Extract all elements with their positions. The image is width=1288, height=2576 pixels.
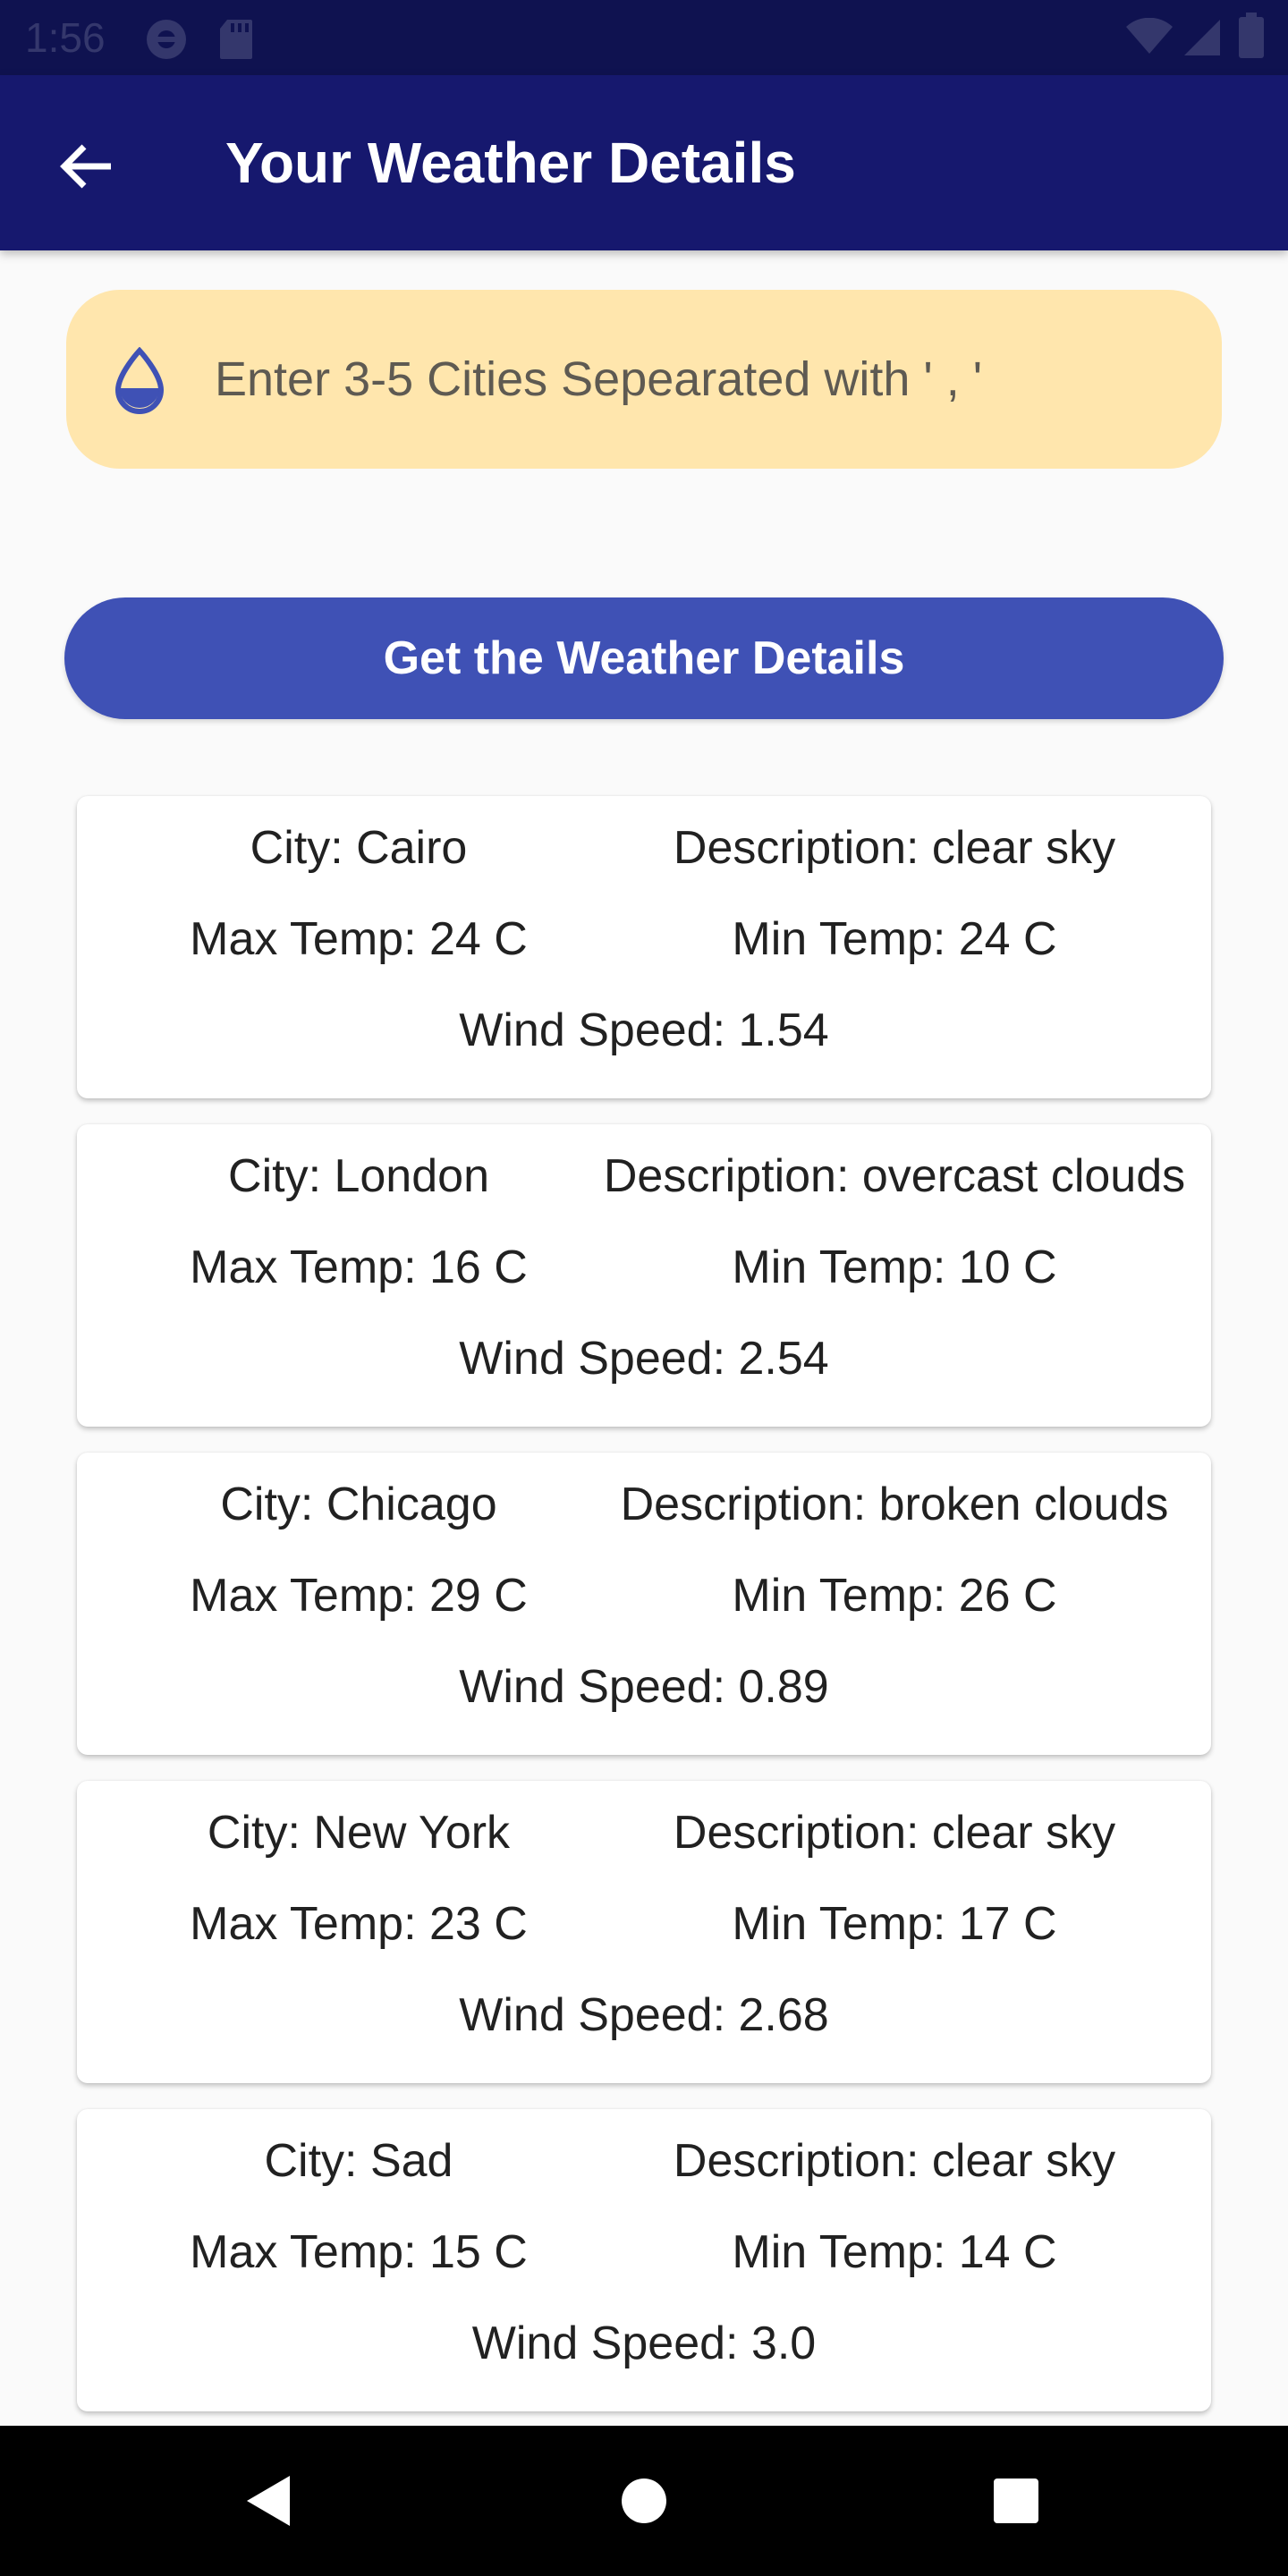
description-label: Description: overcast clouds [603, 1150, 1186, 1202]
city-label: City: New York [207, 1807, 511, 1859]
nav-recents-button[interactable] [980, 2465, 1052, 2537]
min-temp-label: Min Temp: 26 C [732, 1570, 1057, 1622]
weather-card: City: London Description: overcast cloud… [77, 1124, 1211, 1427]
max-temp-label: Max Temp: 23 C [190, 1898, 528, 1950]
do-not-disturb-icon [147, 20, 186, 59]
nav-back-button[interactable] [233, 2465, 304, 2537]
app-bar: Your Weather Details [0, 75, 1288, 250]
city-label: City: Sad [264, 2135, 453, 2187]
city-label: City: London [228, 1150, 489, 1202]
nav-recents-icon [994, 2479, 1038, 2523]
battery-icon [1239, 13, 1264, 58]
min-temp-label: Min Temp: 10 C [732, 1241, 1057, 1293]
description-label: Description: clear sky [673, 822, 1116, 874]
page-title: Your Weather Details [225, 131, 796, 195]
back-button[interactable] [52, 132, 120, 200]
wind-speed-label: Wind Speed: 3.0 [471, 2318, 817, 2369]
max-temp-label: Max Temp: 24 C [190, 913, 528, 965]
max-temp-label: Max Temp: 15 C [190, 2226, 528, 2278]
wind-speed-label: Wind Speed: 2.68 [459, 1989, 829, 2041]
description-label: Description: clear sky [673, 2135, 1116, 2187]
water-drop-icon [114, 347, 165, 414]
weather-card: City: Chicago Description: broken clouds… [77, 1453, 1211, 1755]
get-weather-button[interactable]: Get the Weather Details [64, 597, 1224, 719]
min-temp-label: Min Temp: 24 C [732, 913, 1057, 965]
weather-card: City: Sad Description: clear sky Max Tem… [77, 2109, 1211, 2411]
status-bar: 1:56 [0, 0, 1288, 75]
city-label: City: Cairo [250, 822, 468, 874]
nav-home-icon [622, 2479, 666, 2523]
max-temp-label: Max Temp: 29 C [190, 1570, 528, 1622]
weather-card: City: New York Description: clear sky Ma… [77, 1781, 1211, 2083]
min-temp-label: Min Temp: 14 C [732, 2226, 1057, 2278]
sd-card-icon [220, 20, 252, 59]
city-label: City: Chicago [220, 1479, 497, 1530]
arrow-left-icon [60, 144, 111, 189]
status-time: 1:56 [25, 14, 106, 61]
nav-home-button[interactable] [608, 2465, 680, 2537]
max-temp-label: Max Temp: 16 C [190, 1241, 528, 1293]
navigation-bar [0, 2426, 1288, 2576]
city-input[interactable] [215, 290, 1190, 469]
min-temp-label: Min Temp: 17 C [732, 1898, 1057, 1950]
wifi-icon [1126, 18, 1173, 54]
wind-speed-label: Wind Speed: 2.54 [459, 1333, 829, 1385]
description-label: Description: clear sky [673, 1807, 1116, 1859]
wind-speed-label: Wind Speed: 1.54 [459, 1004, 829, 1056]
description-label: Description: broken clouds [620, 1479, 1169, 1530]
city-input-container[interactable] [66, 290, 1222, 469]
wind-speed-label: Wind Speed: 0.89 [459, 1661, 829, 1713]
weather-card: City: Cairo Description: clear sky Max T… [77, 796, 1211, 1098]
nav-back-icon [247, 2476, 290, 2526]
cell-signal-icon [1184, 20, 1220, 55]
